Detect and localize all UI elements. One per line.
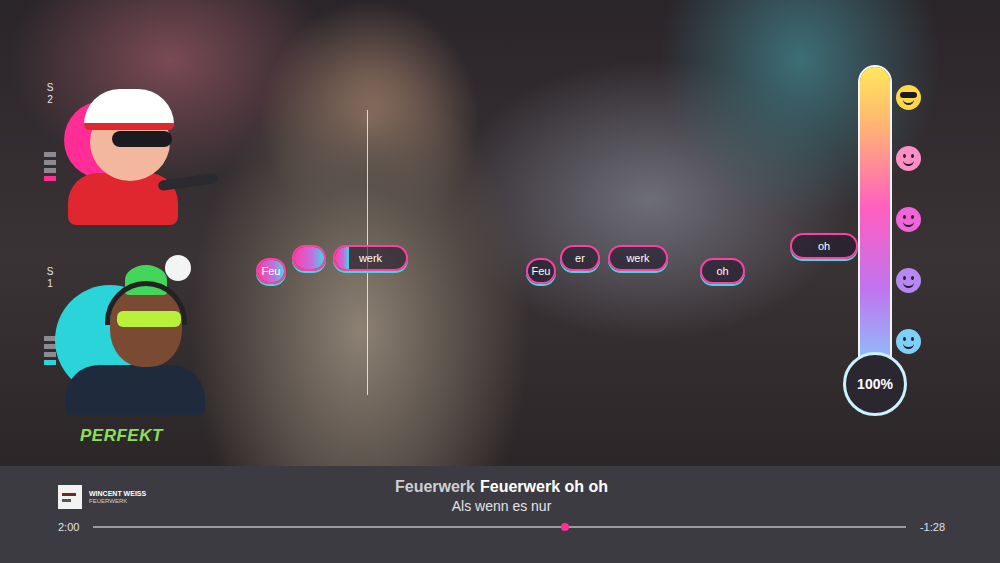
note-pill: [292, 245, 326, 271]
current-line: Feuerwerk Feuerwerk oh oh: [395, 478, 608, 496]
note-syllable: Feu: [262, 265, 281, 277]
song-info: WINCENT WEISSFEUERWERK: [58, 478, 395, 509]
note-pill: er: [560, 245, 600, 271]
video-stage: Feu werk Feu er werk oh oh S 2 S 1 PERFEKT 100%: [0, 0, 1000, 466]
note-syllable: Feu: [532, 265, 551, 277]
note-syllable: oh: [716, 265, 728, 277]
singer-avatar-icon: [58, 85, 228, 230]
note-fill: [294, 247, 324, 269]
rating-feedback: PERFEKT: [80, 426, 163, 446]
note-pill: Feu: [526, 258, 556, 284]
song-artist: WINCENT WEISS: [89, 490, 146, 497]
note-fill: [335, 247, 349, 269]
note-syllable: werk: [359, 252, 382, 264]
player-level: [44, 152, 56, 181]
note-pill: oh: [790, 233, 858, 259]
level-bar: [44, 152, 56, 157]
lyrics: Feuerwerk Feuerwerk oh oh Als wenn es nur: [395, 478, 608, 514]
note-pill: oh: [700, 258, 745, 284]
karaoke-screen: FeuwerkFeuerwerkohohS 2S 1PERFEKT100%WIN…: [0, 0, 1000, 563]
dj-avatar-icon: [55, 255, 220, 420]
lyric-word: Feuerwerk: [395, 478, 475, 496]
next-line: Als wenn es nur: [452, 498, 552, 514]
player-label: S 1: [46, 266, 55, 290]
elapsed-time: 2:00: [58, 521, 79, 533]
level-bar: [44, 176, 56, 181]
smiley-icon: [896, 85, 921, 110]
player-slot: S 2: [40, 82, 60, 181]
progress-knob[interactable]: [561, 523, 569, 531]
meter-fill: [860, 67, 890, 383]
meter-reading: 100%: [843, 352, 907, 416]
note-syllable: werk: [626, 252, 649, 264]
remaining-time: -1:28: [920, 521, 945, 533]
mood-scale: [896, 85, 921, 354]
note-pill: werk: [608, 245, 668, 271]
progress-track[interactable]: [93, 526, 906, 528]
level-bar: [44, 344, 56, 349]
smiley-icon: [896, 207, 921, 232]
level-bar: [44, 352, 56, 357]
song-title: FEUERWERK: [89, 498, 146, 504]
smiley-icon: [896, 268, 921, 293]
level-bar: [44, 168, 56, 173]
smiley-icon: [896, 329, 921, 354]
level-bar: [44, 360, 56, 365]
lyric-word: Feuerwerk oh oh: [480, 478, 608, 496]
lyrics-bar: WINCENT WEISSFEUERWERKFeuerwerkFeuerwerk…: [0, 466, 1000, 563]
album-cover-icon: [58, 485, 82, 509]
note-syllable: oh: [818, 240, 830, 252]
note-pill: Feu: [256, 258, 286, 284]
smiley-icon: [896, 146, 921, 171]
score-meter: [858, 65, 892, 385]
note-syllable: er: [575, 252, 585, 264]
player-label: S 2: [46, 82, 55, 106]
note-pill: werk: [333, 245, 408, 271]
level-bar: [44, 160, 56, 165]
